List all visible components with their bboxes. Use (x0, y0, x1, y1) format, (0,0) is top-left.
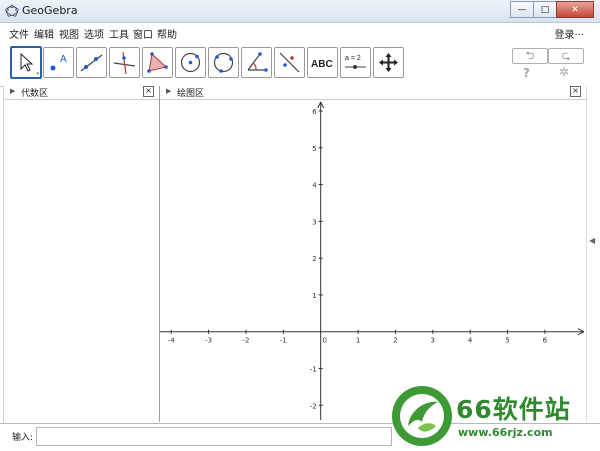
graphics-view[interactable]: -4 -3 -2 -1 0 1 2 3 4 5 6 6 5 4 3 2 1 -1 -2 (160, 100, 586, 420)
menu-help[interactable]: 帮助 (157, 26, 177, 41)
algebra-panel-title: 代数区 (21, 89, 49, 99)
point-tool[interactable]: A (43, 47, 74, 78)
expand-triangle-icon[interactable]: ▶ (10, 87, 15, 95)
move-view-icon (379, 53, 398, 72)
menu-window[interactable]: 窗口 (133, 26, 153, 41)
menu-edit[interactable]: 编辑 (34, 26, 54, 41)
menu-options[interactable]: 选项 (84, 26, 104, 41)
move-tool[interactable]: ▾ (10, 46, 42, 79)
line-tool[interactable] (76, 47, 107, 78)
right-sidebar: ◀ (586, 86, 600, 422)
close-button[interactable]: ✕ (556, 1, 594, 18)
watermark: 66软件站 www.66rjz.com (388, 382, 600, 450)
undo-button[interactable]: ⮌ (512, 48, 548, 64)
slider-icon: a = 2 (345, 55, 366, 69)
reflect-tool[interactable] (274, 47, 305, 78)
watermark-text: 66软件站 (456, 395, 571, 424)
tool-menu-indicator-icon: ▾ (36, 71, 39, 77)
graphics-panel-title: 绘图区 (177, 89, 205, 99)
menu-file[interactable]: 文件 (9, 26, 29, 41)
x-tick-label: 5 (505, 337, 509, 345)
login-button[interactable]: 登录··· (554, 26, 584, 41)
angle-tool[interactable] (241, 47, 272, 78)
geogebra-logo-icon (5, 4, 19, 17)
slider-tool-label: a = 2 (345, 55, 361, 62)
y-tick-label: 2 (312, 255, 316, 263)
menu-bar: 文件 编辑 视图 选项 工具 窗口 帮助 登录··· (0, 23, 600, 42)
help-icon[interactable]: ? (523, 66, 530, 80)
title-bar: GeoGebra — □ ✕ (0, 0, 600, 23)
circle-three-points-icon (213, 52, 234, 73)
expand-triangle-icon[interactable]: ▶ (166, 87, 171, 95)
input-label: 输入: (12, 433, 34, 443)
point-A-icon: A (50, 54, 67, 71)
perpendicular-line-icon (113, 51, 136, 75)
text-abc-icon: ABC (311, 59, 333, 70)
angle-icon (247, 52, 268, 72)
algebra-view[interactable] (4, 100, 158, 420)
slider-tool[interactable]: a = 2 (340, 47, 371, 78)
minimize-button[interactable]: — (510, 1, 534, 18)
x-tick-label: 1 (356, 337, 360, 345)
toolbar: ▾ A ABC a = 2 ⮌ ⮎ (0, 42, 600, 87)
x-tick-label: 3 (431, 337, 435, 345)
text-tool[interactable]: ABC (307, 47, 338, 78)
algebra-close-icon[interactable]: × (143, 86, 154, 97)
line-through-points-icon (80, 54, 103, 72)
x-tick-label: -1 (280, 337, 287, 345)
watermark-url: www.66rjz.com (458, 426, 553, 439)
gear-icon[interactable]: ✲ (559, 65, 569, 79)
circle-tool[interactable] (175, 47, 206, 78)
polygon-icon (147, 52, 168, 73)
x-tick-label: -3 (205, 337, 212, 345)
point-tool-label: A (60, 54, 67, 65)
circle-three-points-tool[interactable] (208, 47, 239, 78)
polygon-tool[interactable] (142, 47, 173, 78)
coordinate-axes: -4 -3 -2 -1 0 1 2 3 4 5 6 6 5 4 3 2 1 -1 -2 (160, 101, 585, 420)
watermark-logo-icon (392, 386, 452, 446)
x-tick-label: 0 (322, 337, 326, 345)
y-tick-label: -2 (310, 402, 317, 410)
text-tool-label: ABC (311, 59, 333, 70)
window-controls: — □ ✕ (510, 1, 594, 18)
algebra-panel-header: ▶ 代数区 × (4, 86, 159, 100)
menu-tools[interactable]: 工具 (109, 26, 129, 41)
circle-center-point-icon (180, 52, 201, 73)
menu-view[interactable]: 视图 (59, 26, 79, 41)
x-tick-label: 4 (468, 337, 473, 345)
reflect-line-icon (279, 52, 300, 73)
perpendicular-tool[interactable] (109, 47, 140, 78)
graphics-panel-header: ▶ 绘图区 × (160, 86, 586, 100)
move-graphics-tool[interactable] (373, 47, 404, 78)
x-tick-label: -4 (168, 337, 176, 345)
collapse-arrow-icon[interactable]: ◀ (589, 236, 595, 245)
maximize-button[interactable]: □ (533, 1, 557, 18)
redo-button[interactable]: ⮎ (548, 48, 584, 64)
graphics-close-icon[interactable]: × (570, 86, 581, 97)
window-title: GeoGebra (22, 4, 78, 17)
x-tick-label: -2 (242, 337, 249, 345)
y-tick-label: -1 (310, 366, 317, 374)
x-tick-label: 2 (393, 337, 397, 345)
y-tick-label: 4 (312, 182, 317, 190)
y-tick-label: 6 (312, 108, 317, 116)
input-field[interactable] (36, 427, 392, 446)
y-tick-label: 3 (312, 218, 316, 226)
y-tick-label: 5 (312, 145, 316, 153)
y-tick-label: 1 (312, 292, 316, 300)
x-tick-label: 6 (543, 337, 548, 345)
